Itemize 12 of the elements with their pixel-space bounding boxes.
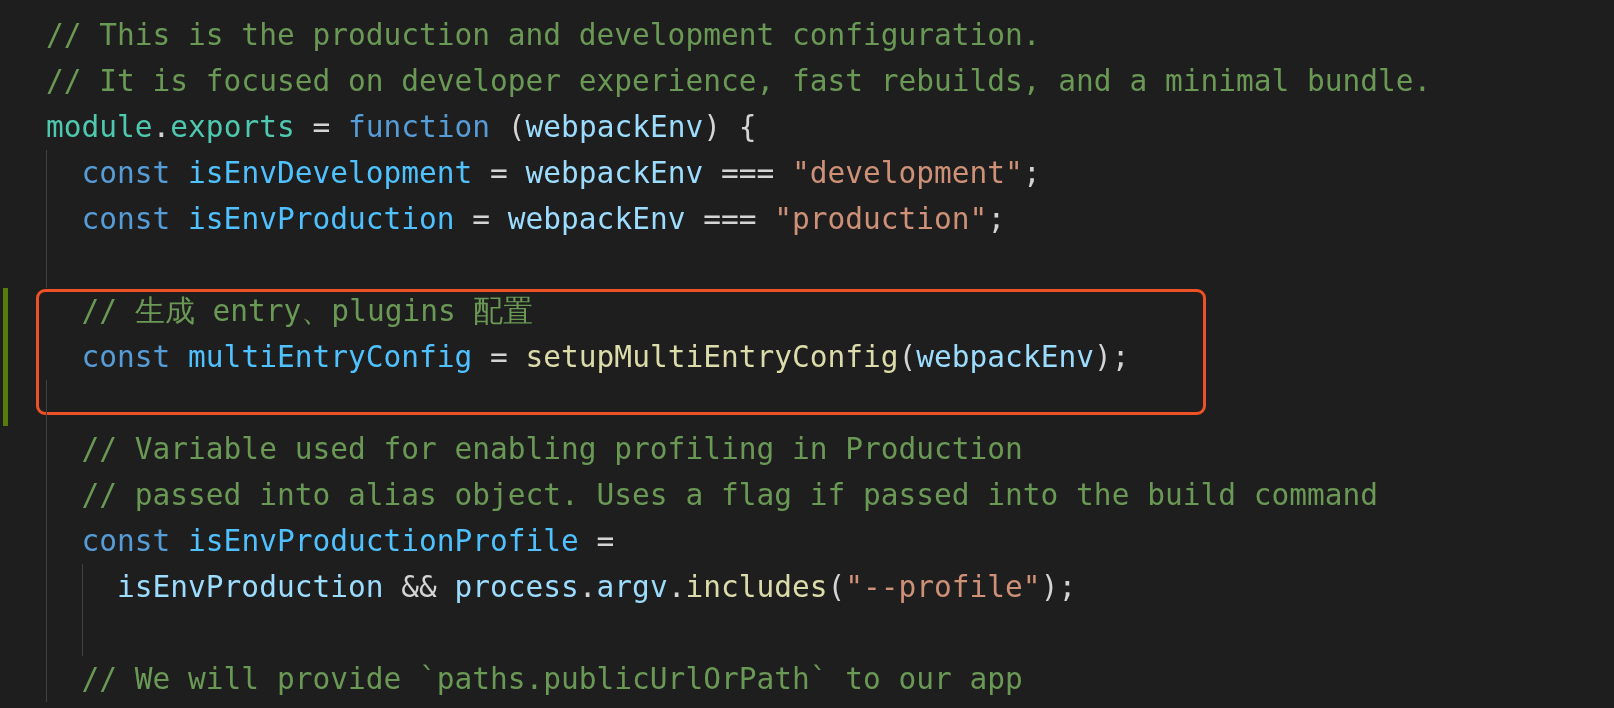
code-line: // passed into alias object. Uses a flag if passed into the build command (80, 477, 1379, 514)
code-line: const isEnvDevelopment = webpackEnv === "development"; (80, 155, 1041, 192)
code-line: // 生成 entry、plugins 配置 (80, 293, 534, 330)
code-line: // This is the production and development configuration. (46, 17, 1041, 54)
code-line: const isEnvProduction = webpackEnv === "production"; (80, 201, 1006, 238)
code-line: const multiEntryConfig = setupMultiEntryConfig(webpackEnv); (80, 339, 1130, 376)
code-line: // Variable used for enabling profiling in Production (80, 431, 1023, 468)
code-line: const isEnvProductionProfile = (80, 523, 615, 560)
code-line: // It is focused on developer experience, fast rebuilds, and a minimal bundle. (46, 63, 1432, 100)
code-line: module.exports = function (webpackEnv) { (46, 109, 757, 146)
code-line: // We will provide `paths.publicUrlOrPath` to our app (80, 661, 1023, 698)
code-line: isEnvProduction && process.argv.includes("--profile"); (116, 569, 1077, 606)
